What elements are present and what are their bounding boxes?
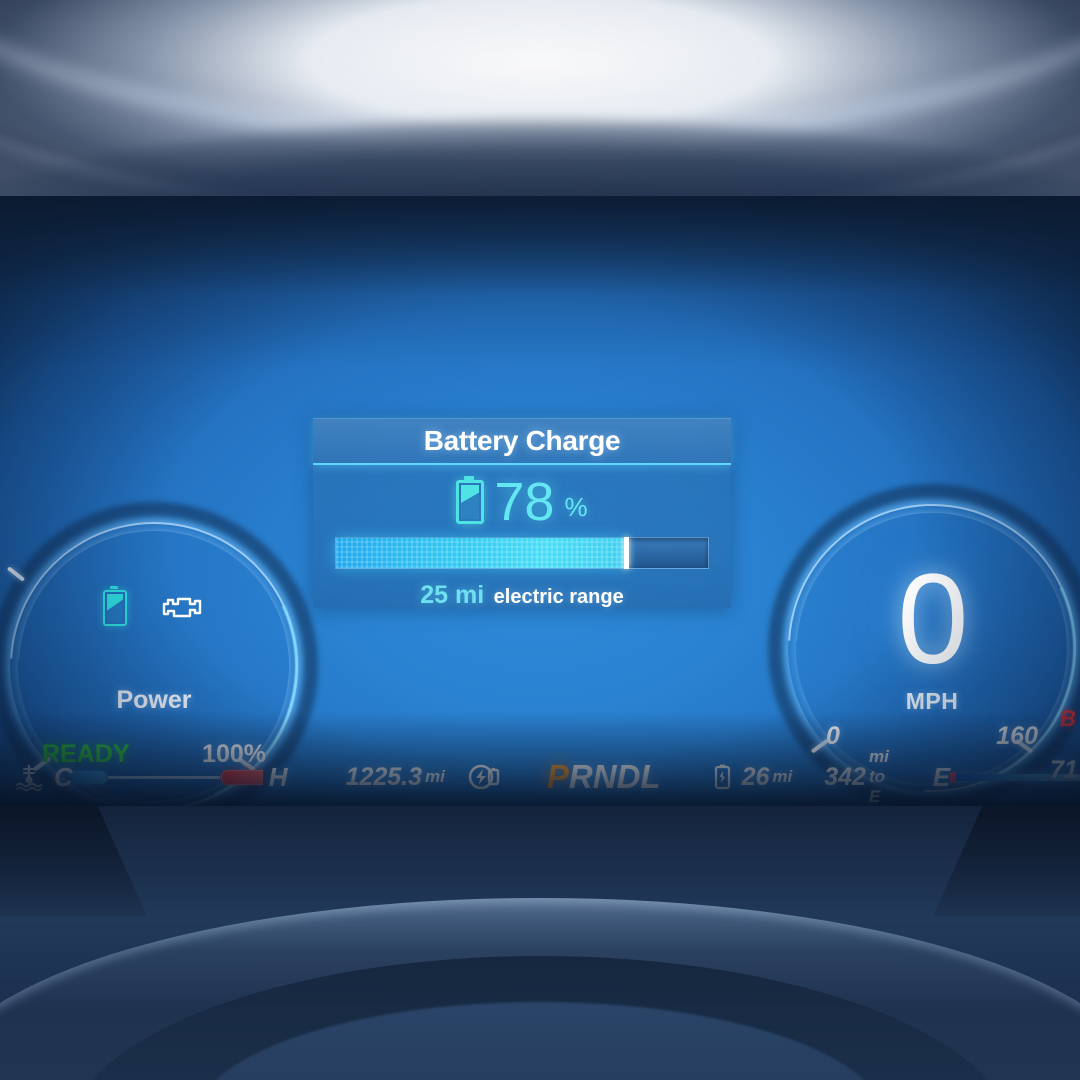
instrument-cluster-screen: Power READY 100% 0 MPH 0 160 Battery Cha… [0, 196, 1080, 810]
coolant-cold-segment [72, 770, 107, 784]
odometer-value: 1225.3 [345, 762, 423, 791]
power-gauge-label: Power [116, 686, 192, 714]
coolant-temp-gauge: C H [14, 762, 288, 793]
power-gauge-indicators [4, 586, 304, 626]
cluster-shroud-right [933, 806, 1080, 916]
battery-charge-panel: Battery Charge 78 % 25 mi electric range [313, 418, 731, 610]
gear-p: P [546, 758, 569, 795]
outside-temperature: 71 [1050, 756, 1078, 784]
ev-range-unit: mi [772, 767, 793, 786]
dte-unit: mi to E [868, 747, 889, 806]
coolant-gauge-line [107, 775, 220, 779]
dte-value: 342 [824, 762, 866, 791]
electric-range-readout: 25 mi electric range [313, 581, 731, 610]
battery-icon [456, 476, 485, 524]
battery-charge-bar-marker [624, 537, 630, 569]
fuel-empty-label: E [932, 761, 951, 792]
dashboard-photo: Power READY 100% 0 MPH 0 160 Battery Cha… [0, 0, 1080, 1080]
ev-battery-icon [714, 764, 730, 790]
charge-status-indicator [467, 762, 501, 792]
battery-charge-readout: 78 % [313, 475, 731, 529]
gear-n: N [592, 758, 617, 795]
speed-scale-max: 160 [996, 722, 1038, 750]
charge-status-icon [468, 764, 500, 790]
distance-to-empty: 342 mi to E [824, 747, 889, 807]
speed-value: 0 [897, 548, 968, 691]
check-engine-icon [162, 597, 202, 618]
odometer-unit: mi [425, 767, 445, 786]
battery-charge-bar [335, 537, 709, 569]
battery-charge-bar-fill [336, 538, 627, 568]
coolant-hot-label: H [268, 761, 288, 792]
battery-charge-unit: % [564, 492, 588, 522]
gear-r: R [568, 758, 593, 795]
gear-d: D [616, 758, 641, 795]
ev-range-value: 26 [741, 762, 770, 791]
gear-l: L [640, 758, 661, 795]
speed-unit: MPH [905, 688, 959, 714]
coolant-cold-label: C [54, 761, 73, 792]
coolant-hot-segment [220, 769, 263, 785]
electric-range-label: electric range [493, 586, 624, 608]
battery-charge-header: Battery Charge [313, 418, 731, 465]
coolant-temp-icon [16, 764, 42, 792]
battery-charge-value: 78 [494, 472, 555, 532]
gear-selector: P R N D L [547, 758, 661, 796]
lower-dashboard [0, 806, 1080, 1080]
electric-range-value: 25 mi [420, 581, 485, 609]
battery-icon [103, 586, 127, 626]
battery-charge-title: Battery Charge [423, 425, 621, 456]
warning-indicator: B [1060, 706, 1076, 731]
odometer: 1225.3 mi [346, 763, 445, 792]
status-bar: C H 1225.3 mi P R N D L 26 mi 342 mi to … [0, 747, 1080, 807]
ev-range: 26 mi [711, 762, 793, 792]
cluster-shroud-left [0, 806, 147, 916]
